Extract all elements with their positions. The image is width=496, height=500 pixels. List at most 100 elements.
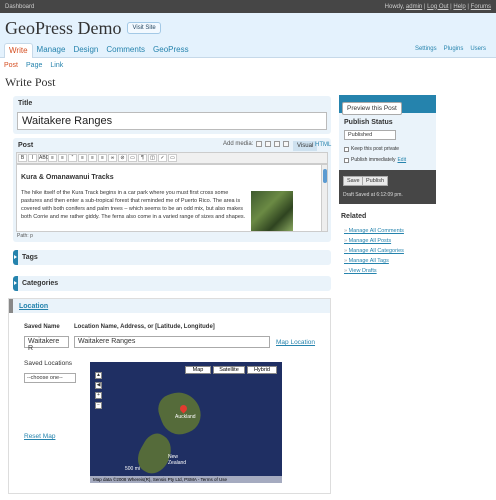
page-title: Write Post — [5, 75, 56, 89]
map-scale: 500 mi — [125, 466, 141, 472]
blockquote-button[interactable]: “ — [68, 154, 77, 162]
paragraph-button[interactable]: ¶ — [138, 154, 147, 162]
map-attribution: Map data ©2008 Whereis(R), Sensis Pty Lt… — [90, 476, 282, 483]
publish-box: Preview this Post Publish Status Publish… — [339, 95, 436, 204]
spellcheck-button[interactable]: ✓ — [158, 154, 167, 162]
italic-button[interactable]: I — [28, 154, 37, 162]
map-type-satellite-button[interactable]: Satellite — [213, 366, 245, 374]
kitchen-sink-button[interactable]: ▭ — [168, 154, 177, 162]
unlink-button[interactable]: ⊘ — [118, 154, 127, 162]
related-link-comments[interactable]: Manage All Comments — [344, 226, 404, 236]
map-label-auckland: Auckland — [175, 414, 196, 420]
link-button[interactable]: ∞ — [108, 154, 117, 162]
add-audio-icon[interactable] — [274, 141, 281, 147]
menu-settings[interactable]: Settings — [415, 46, 437, 52]
categories-box[interactable]: Categories — [13, 276, 331, 291]
post-label: Post — [18, 142, 34, 149]
post-box: Post Add media: Visual HTML B I ABC ≡ ≡ … — [13, 138, 331, 242]
menu-write[interactable]: Write — [4, 43, 33, 58]
forums-link[interactable]: Forums — [471, 4, 491, 10]
fullscreen-button[interactable]: ◫ — [148, 154, 157, 162]
site-header: GeoPress Demo Visit Site — [0, 13, 496, 43]
saved-locations-select[interactable]: --choose one-- — [24, 373, 76, 383]
zoom-out-icon[interactable]: − — [95, 402, 102, 409]
admin-menu: Write Manage Design Comments GeoPress Se… — [0, 43, 496, 58]
help-link[interactable]: Help — [453, 4, 465, 10]
google-map[interactable]: Map Satellite Hybrid ▲ ◀ + − Auckland Ne… — [90, 362, 282, 483]
site-title: GeoPress Demo — [5, 17, 122, 38]
logout-link[interactable]: Log Out — [427, 4, 448, 10]
user-links: Howdy, admin | Log Out | Help | Forums — [384, 3, 491, 10]
strikethrough-button[interactable]: ABC — [38, 154, 49, 162]
menu-geopress[interactable]: GeoPress — [149, 43, 193, 58]
keep-private-row[interactable]: Keep this post private — [344, 146, 399, 152]
bold-button[interactable]: B — [18, 154, 27, 162]
menu-comments[interactable]: Comments — [102, 43, 149, 58]
menu-design[interactable]: Design — [69, 43, 102, 58]
menu-manage[interactable]: Manage — [33, 43, 70, 58]
visit-site-button[interactable]: Visit Site — [127, 22, 161, 34]
more-button[interactable]: ▭ — [128, 154, 137, 162]
pan-left-icon[interactable]: ◀ — [95, 382, 102, 389]
publish-status-select[interactable]: Published — [344, 130, 396, 140]
publish-button[interactable]: Publish — [362, 176, 389, 186]
zoom-in-icon[interactable]: + — [95, 392, 102, 399]
map-type-hybrid-button[interactable]: Hybrid — [247, 366, 277, 374]
numbered-list-button[interactable]: ≡ — [58, 154, 67, 162]
tab-visual[interactable]: Visual — [293, 141, 318, 151]
add-media-icon[interactable] — [283, 141, 290, 147]
submenu-post[interactable]: Post — [4, 62, 18, 69]
add-image-icon[interactable] — [256, 141, 263, 147]
submenu: Post Page Link — [4, 62, 63, 69]
map-type-map-button[interactable]: Map — [185, 366, 211, 374]
related-link-tags[interactable]: Manage All Tags — [344, 256, 404, 266]
edit-timestamp-link[interactable]: Edit — [397, 157, 406, 163]
location-title[interactable]: Location — [19, 303, 48, 310]
save-button[interactable]: Save — [343, 176, 364, 186]
related-link-posts[interactable]: Manage All Posts — [344, 236, 404, 246]
reset-map-link[interactable]: Reset Map — [24, 433, 55, 440]
editor-toolbar: B I ABC ≡ ≡ “ ≡ ≡ ≡ ∞ ⊘ ▭ ¶ ◫ ✓ ▭ — [16, 152, 328, 164]
add-media-row: Add media: — [223, 141, 290, 147]
add-video-icon[interactable] — [265, 141, 272, 147]
north-island-shape — [154, 386, 206, 440]
tab-html[interactable]: HTML — [315, 142, 331, 148]
preview-post-button[interactable]: Preview this Post — [342, 102, 402, 115]
location-input[interactable]: Waitakere Ranges — [74, 336, 270, 348]
post-heading: Kura & Omanawanui Tracks — [21, 174, 114, 181]
expand-arrow-icon[interactable] — [13, 276, 18, 291]
title-label: Title — [18, 100, 33, 107]
keep-private-checkbox[interactable] — [344, 146, 349, 152]
submenu-page[interactable]: Page — [26, 62, 42, 69]
post-editor[interactable]: Kura & Omanawanui Tracks The hike itself… — [16, 164, 328, 232]
editor-scrollbar[interactable] — [321, 165, 327, 231]
related-link-drafts[interactable]: View Drafts — [344, 266, 404, 276]
map-location-link[interactable]: Map Location — [276, 339, 315, 346]
expand-arrow-icon[interactable] — [13, 250, 18, 265]
add-media-label: Add media: — [223, 141, 254, 147]
keep-private-label: Keep this post private — [351, 146, 400, 152]
align-left-button[interactable]: ≡ — [78, 154, 87, 162]
tags-box[interactable]: Tags — [13, 250, 331, 265]
menu-users[interactable]: Users — [470, 46, 486, 52]
publish-immediately-row: Publish immediately Edit — [344, 157, 406, 163]
tags-label: Tags — [22, 254, 38, 261]
submenu-link[interactable]: Link — [50, 62, 63, 69]
bullet-list-button[interactable]: ≡ — [48, 154, 57, 162]
map-label-new-zealand: New Zealand — [168, 454, 187, 466]
user-link[interactable]: admin — [406, 4, 422, 10]
related-link-categories[interactable]: Manage All Categories — [344, 246, 404, 256]
location-header[interactable]: Location — [9, 299, 330, 313]
post-image — [251, 191, 293, 231]
title-input[interactable]: Waitakere Ranges — [17, 112, 327, 130]
publish-actions: Save Publish Draft Saved at 6:12:09 pm. — [339, 170, 436, 204]
pan-up-icon[interactable]: ▲ — [95, 372, 102, 379]
howdy-text: Howdy, — [384, 3, 405, 10]
align-right-button[interactable]: ≡ — [98, 154, 107, 162]
menu-plugins[interactable]: Plugins — [444, 46, 464, 52]
saved-name-input[interactable]: Waitakere R — [24, 336, 69, 352]
dashboard-link[interactable]: Dashboard — [5, 4, 34, 10]
align-center-button[interactable]: ≡ — [88, 154, 97, 162]
categories-label: Categories — [22, 280, 59, 287]
calendar-icon — [344, 157, 349, 163]
